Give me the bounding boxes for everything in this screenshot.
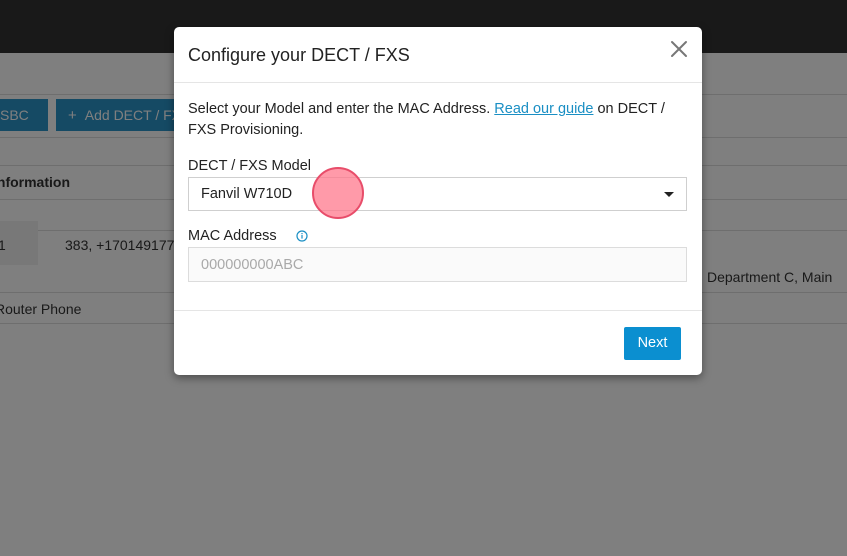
click-indicator <box>312 167 364 219</box>
intro-text: Select your Model and enter the MAC Addr… <box>188 99 688 141</box>
intro-text-before: Select your Model and enter the MAC Addr… <box>188 101 495 117</box>
modal-footer-divider <box>174 310 702 311</box>
model-selected-value: Fanvil W710D <box>201 186 293 202</box>
read-guide-link[interactable]: Read our guide <box>494 101 593 117</box>
model-select[interactable]: Fanvil W710D <box>188 177 687 211</box>
modal-title: Configure your DECT / FXS <box>188 45 410 65</box>
mac-address-label: MAC Address <box>188 228 277 244</box>
configure-dect-fxs-dialog: Configure your DECT / FXS Select your Mo… <box>174 27 702 375</box>
modal-header: Configure your DECT / FXS <box>174 27 702 83</box>
info-icon[interactable] <box>296 230 308 242</box>
close-icon <box>671 41 687 57</box>
caret-down-icon <box>664 192 674 197</box>
model-label: DECT / FXS Model <box>188 158 312 174</box>
mac-address-input[interactable] <box>188 247 687 282</box>
next-button[interactable]: Next <box>624 327 681 360</box>
close-button[interactable] <box>668 38 690 60</box>
